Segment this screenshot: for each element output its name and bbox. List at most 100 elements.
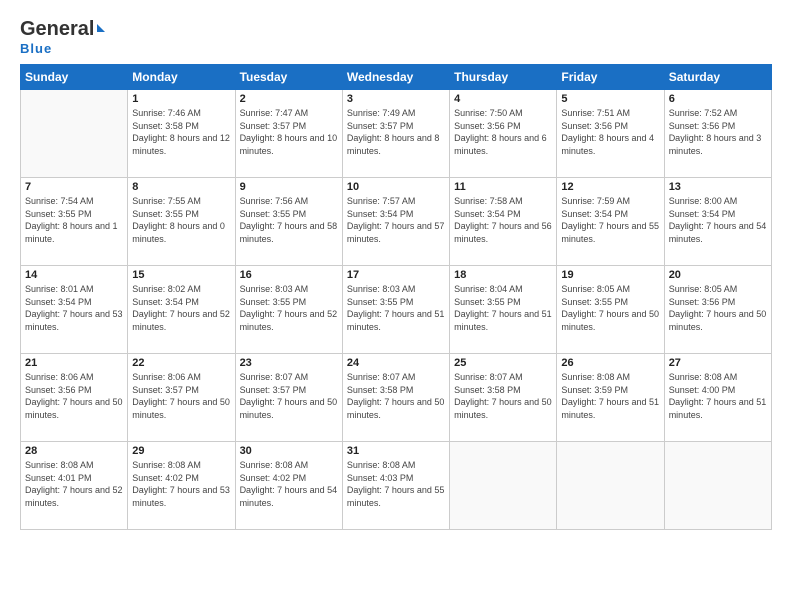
logo: General Blue bbox=[20, 18, 105, 56]
day-number: 9 bbox=[240, 181, 338, 193]
day-number: 16 bbox=[240, 269, 338, 281]
day-info: Sunrise: 7:57 AM Sunset: 3:54 PM Dayligh… bbox=[347, 195, 445, 245]
day-number: 27 bbox=[669, 357, 767, 369]
day-info: Sunrise: 8:07 AM Sunset: 3:57 PM Dayligh… bbox=[240, 371, 338, 421]
weekday-header-thursday: Thursday bbox=[450, 65, 557, 90]
day-info: Sunrise: 8:03 AM Sunset: 3:55 PM Dayligh… bbox=[240, 283, 338, 333]
calendar-cell: 7 Sunrise: 7:54 AM Sunset: 3:55 PM Daylig… bbox=[21, 178, 128, 266]
calendar-cell bbox=[450, 442, 557, 530]
calendar-cell: 22Sunrise: 8:06 AM Sunset: 3:57 PM Dayli… bbox=[128, 354, 235, 442]
day-info: Sunrise: 8:00 AM Sunset: 3:54 PM Dayligh… bbox=[669, 195, 767, 245]
day-info: Sunrise: 8:07 AM Sunset: 3:58 PM Dayligh… bbox=[454, 371, 552, 421]
day-info: Sunrise: 8:05 AM Sunset: 3:55 PM Dayligh… bbox=[561, 283, 659, 333]
weekday-row: SundayMondayTuesdayWednesdayThursdayFrid… bbox=[21, 65, 772, 90]
day-number: 4 bbox=[454, 93, 552, 105]
day-number: 29 bbox=[132, 445, 230, 457]
calendar-cell bbox=[21, 90, 128, 178]
day-info: Sunrise: 8:07 AM Sunset: 3:58 PM Dayligh… bbox=[347, 371, 445, 421]
calendar-cell: 11Sunrise: 7:58 AM Sunset: 3:54 PM Dayli… bbox=[450, 178, 557, 266]
day-number: 31 bbox=[347, 445, 445, 457]
calendar-cell: 25 Sunrise: 8:07 AM Sunset: 3:58 PM Dayli… bbox=[450, 354, 557, 442]
calendar-cell: 28 Sunrise: 8:08 AM Sunset: 4:01 PM Dayli… bbox=[21, 442, 128, 530]
calendar-cell: 8Sunrise: 7:55 AM Sunset: 3:55 PM Daylig… bbox=[128, 178, 235, 266]
weekday-header-sunday: Sunday bbox=[21, 65, 128, 90]
calendar-cell: 9 Sunrise: 7:56 AM Sunset: 3:55 PM Daylig… bbox=[235, 178, 342, 266]
day-number: 15 bbox=[132, 269, 230, 281]
day-number: 7 bbox=[25, 181, 123, 193]
day-info: Sunrise: 8:06 AM Sunset: 3:56 PM Dayligh… bbox=[25, 371, 123, 421]
calendar-week-4: 28 Sunrise: 8:08 AM Sunset: 4:01 PM Dayli… bbox=[21, 442, 772, 530]
day-info: Sunrise: 8:02 AM Sunset: 3:54 PM Dayligh… bbox=[132, 283, 230, 333]
calendar-cell: 18Sunrise: 8:04 AM Sunset: 3:55 PM Dayli… bbox=[450, 266, 557, 354]
calendar-cell: 4 Sunrise: 7:50 AM Sunset: 3:56 PM Daylig… bbox=[450, 90, 557, 178]
day-info: Sunrise: 8:04 AM Sunset: 3:55 PM Dayligh… bbox=[454, 283, 552, 333]
day-number: 26 bbox=[561, 357, 659, 369]
day-info: Sunrise: 7:50 AM Sunset: 3:56 PM Dayligh… bbox=[454, 107, 552, 157]
calendar-cell: 31 Sunrise: 8:08 AM Sunset: 4:03 PM Dayli… bbox=[342, 442, 449, 530]
weekday-header-friday: Friday bbox=[557, 65, 664, 90]
day-info: Sunrise: 8:05 AM Sunset: 3:56 PM Dayligh… bbox=[669, 283, 767, 333]
day-info: Sunrise: 8:08 AM Sunset: 4:01 PM Dayligh… bbox=[25, 459, 123, 509]
logo-triangle-icon bbox=[97, 24, 105, 32]
calendar-week-0: 1Sunrise: 7:46 AM Sunset: 3:58 PM Daylig… bbox=[21, 90, 772, 178]
calendar-cell: 13 Sunrise: 8:00 AM Sunset: 3:54 PM Dayli… bbox=[664, 178, 771, 266]
day-number: 20 bbox=[669, 269, 767, 281]
calendar-cell bbox=[664, 442, 771, 530]
day-number: 12 bbox=[561, 181, 659, 193]
weekday-header-tuesday: Tuesday bbox=[235, 65, 342, 90]
day-number: 2 bbox=[240, 93, 338, 105]
day-number: 5 bbox=[561, 93, 659, 105]
day-info: Sunrise: 7:47 AM Sunset: 3:57 PM Dayligh… bbox=[240, 107, 338, 157]
day-info: Sunrise: 7:59 AM Sunset: 3:54 PM Dayligh… bbox=[561, 195, 659, 245]
day-number: 30 bbox=[240, 445, 338, 457]
page: General Blue SundayMondayTuesdayWednesda… bbox=[0, 0, 792, 612]
weekday-header-monday: Monday bbox=[128, 65, 235, 90]
day-number: 13 bbox=[669, 181, 767, 193]
logo-blue-text: Blue bbox=[20, 41, 52, 56]
day-info: Sunrise: 8:08 AM Sunset: 4:02 PM Dayligh… bbox=[240, 459, 338, 509]
day-info: Sunrise: 8:08 AM Sunset: 4:00 PM Dayligh… bbox=[669, 371, 767, 421]
calendar-cell: 1Sunrise: 7:46 AM Sunset: 3:58 PM Daylig… bbox=[128, 90, 235, 178]
calendar-cell: 21 Sunrise: 8:06 AM Sunset: 3:56 PM Dayli… bbox=[21, 354, 128, 442]
day-number: 24 bbox=[347, 357, 445, 369]
day-number: 14 bbox=[25, 269, 123, 281]
calendar-cell: 27 Sunrise: 8:08 AM Sunset: 4:00 PM Dayli… bbox=[664, 354, 771, 442]
calendar-cell: 16 Sunrise: 8:03 AM Sunset: 3:55 PM Dayli… bbox=[235, 266, 342, 354]
calendar-cell: 29Sunrise: 8:08 AM Sunset: 4:02 PM Dayli… bbox=[128, 442, 235, 530]
day-info: Sunrise: 7:55 AM Sunset: 3:55 PM Dayligh… bbox=[132, 195, 230, 245]
day-info: Sunrise: 8:01 AM Sunset: 3:54 PM Dayligh… bbox=[25, 283, 123, 333]
calendar-cell: 19Sunrise: 8:05 AM Sunset: 3:55 PM Dayli… bbox=[557, 266, 664, 354]
day-info: Sunrise: 8:08 AM Sunset: 4:03 PM Dayligh… bbox=[347, 459, 445, 509]
day-number: 28 bbox=[25, 445, 123, 457]
calendar-cell: 20 Sunrise: 8:05 AM Sunset: 3:56 PM Dayli… bbox=[664, 266, 771, 354]
weekday-header-wednesday: Wednesday bbox=[342, 65, 449, 90]
calendar-week-2: 14 Sunrise: 8:01 AM Sunset: 3:54 PM Dayli… bbox=[21, 266, 772, 354]
calendar-cell: 23 Sunrise: 8:07 AM Sunset: 3:57 PM Dayli… bbox=[235, 354, 342, 442]
logo-general: General bbox=[20, 18, 94, 41]
day-info: Sunrise: 8:08 AM Sunset: 3:59 PM Dayligh… bbox=[561, 371, 659, 421]
calendar-cell: 3Sunrise: 7:49 AM Sunset: 3:57 PM Daylig… bbox=[342, 90, 449, 178]
calendar-cell: 10 Sunrise: 7:57 AM Sunset: 3:54 PM Dayli… bbox=[342, 178, 449, 266]
day-number: 21 bbox=[25, 357, 123, 369]
calendar-cell: 15 Sunrise: 8:02 AM Sunset: 3:54 PM Dayli… bbox=[128, 266, 235, 354]
day-info: Sunrise: 7:56 AM Sunset: 3:55 PM Dayligh… bbox=[240, 195, 338, 245]
day-info: Sunrise: 7:52 AM Sunset: 3:56 PM Dayligh… bbox=[669, 107, 767, 157]
calendar-cell: 17Sunrise: 8:03 AM Sunset: 3:55 PM Dayli… bbox=[342, 266, 449, 354]
calendar-body: 1Sunrise: 7:46 AM Sunset: 3:58 PM Daylig… bbox=[21, 90, 772, 530]
calendar-cell: 30 Sunrise: 8:08 AM Sunset: 4:02 PM Dayli… bbox=[235, 442, 342, 530]
day-number: 25 bbox=[454, 357, 552, 369]
calendar-cell: 24 Sunrise: 8:07 AM Sunset: 3:58 PM Dayli… bbox=[342, 354, 449, 442]
day-info: Sunrise: 7:54 AM Sunset: 3:55 PM Dayligh… bbox=[25, 195, 123, 245]
day-number: 23 bbox=[240, 357, 338, 369]
calendar-cell: 12 Sunrise: 7:59 AM Sunset: 3:54 PM Dayli… bbox=[557, 178, 664, 266]
day-number: 3 bbox=[347, 93, 445, 105]
calendar-cell: 2 Sunrise: 7:47 AM Sunset: 3:57 PM Daylig… bbox=[235, 90, 342, 178]
day-number: 10 bbox=[347, 181, 445, 193]
calendar-cell: 14 Sunrise: 8:01 AM Sunset: 3:54 PM Dayli… bbox=[21, 266, 128, 354]
calendar-cell: 6Sunrise: 7:52 AM Sunset: 3:56 PM Daylig… bbox=[664, 90, 771, 178]
day-info: Sunrise: 7:58 AM Sunset: 3:54 PM Dayligh… bbox=[454, 195, 552, 245]
calendar-cell bbox=[557, 442, 664, 530]
calendar-table: SundayMondayTuesdayWednesdayThursdayFrid… bbox=[20, 64, 772, 530]
day-number: 17 bbox=[347, 269, 445, 281]
calendar-week-1: 7 Sunrise: 7:54 AM Sunset: 3:55 PM Daylig… bbox=[21, 178, 772, 266]
